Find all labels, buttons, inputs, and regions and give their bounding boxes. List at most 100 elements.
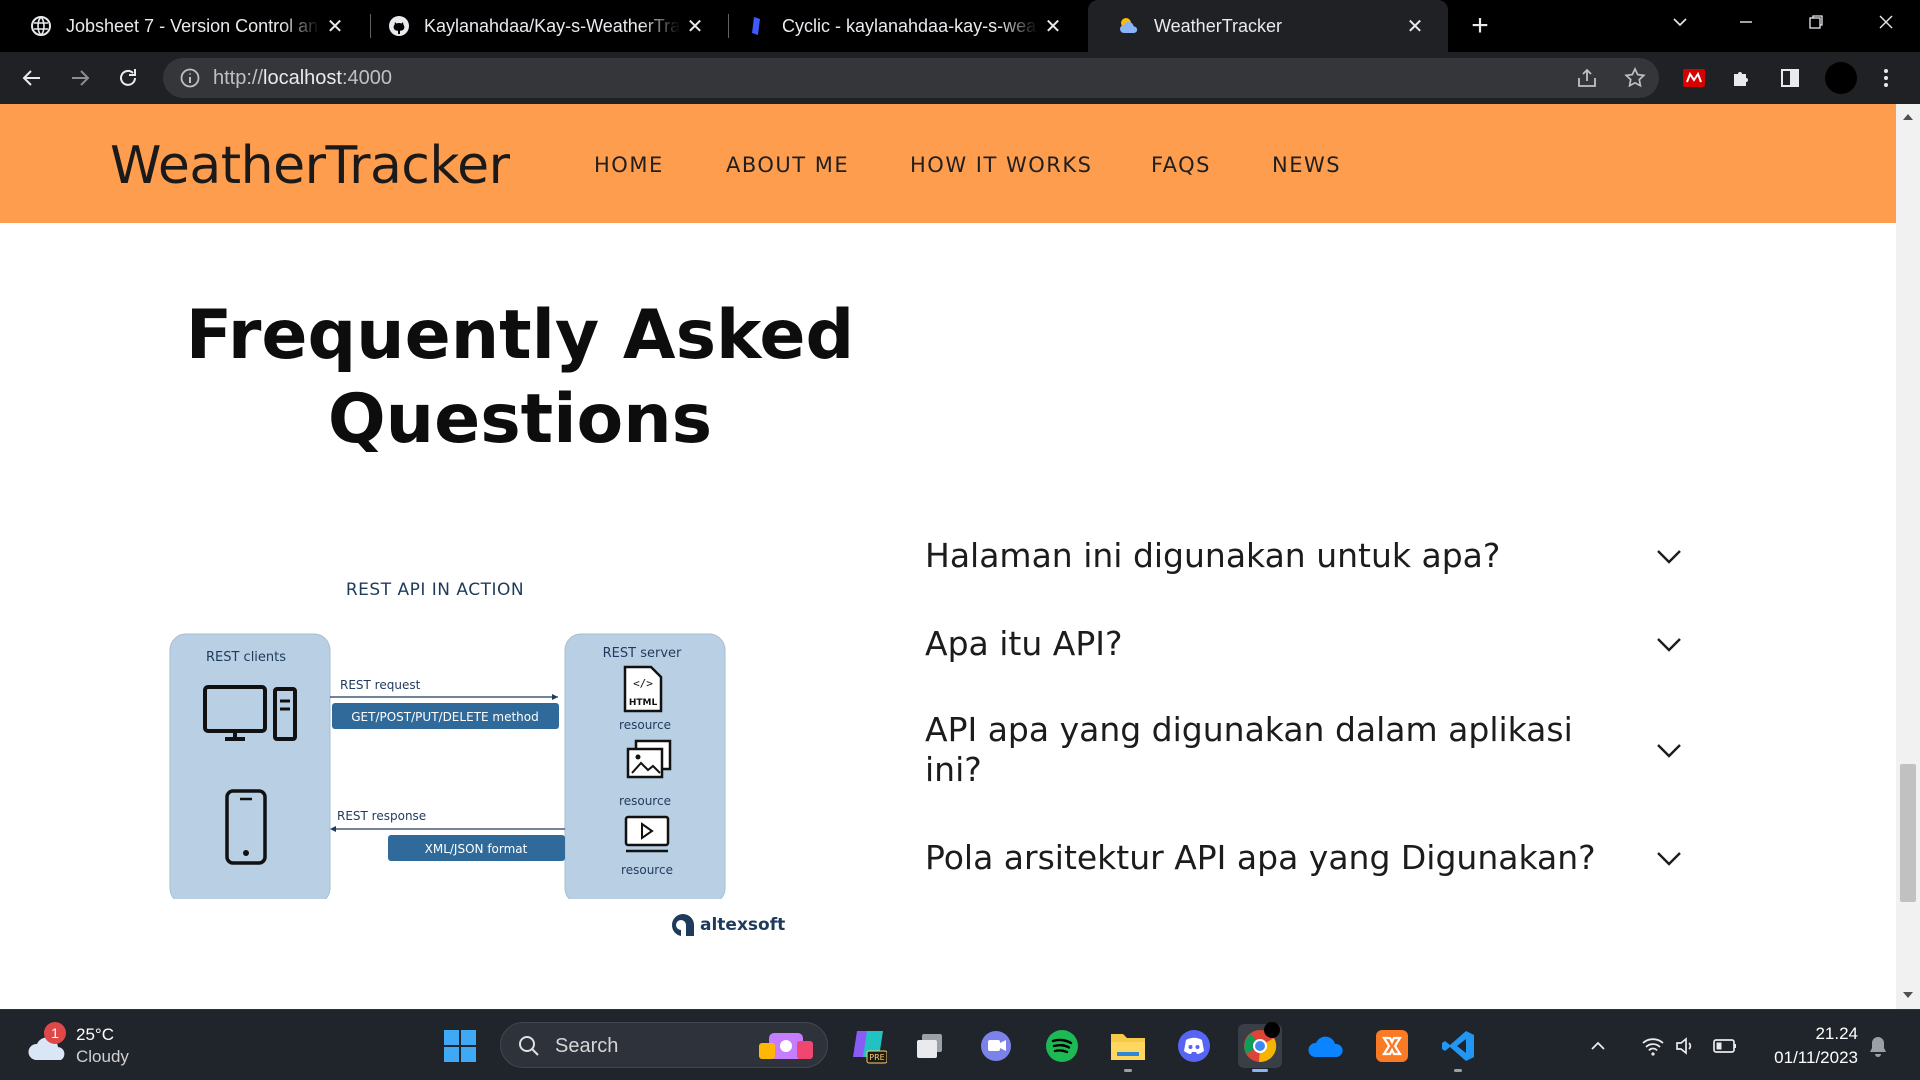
rest-api-diagram-svg: REST API IN ACTION REST clients REST ser… <box>169 580 726 905</box>
weather-temp: 25°C <box>76 1025 114 1044</box>
taskbar-search-box[interactable]: Search <box>500 1022 828 1068</box>
nav-home[interactable]: HOME <box>594 153 664 177</box>
copilot-preview-icon[interactable]: PRE <box>846 1024 890 1068</box>
notification-badge: 1 <box>44 1022 66 1044</box>
close-tab-icon[interactable]: ✕ <box>320 11 350 41</box>
clock-time: 21.24 <box>1815 1024 1858 1043</box>
request-label: REST request <box>340 678 421 692</box>
extensions-puzzle-icon[interactable] <box>1728 64 1756 92</box>
notification-bell-icon[interactable] <box>1860 1024 1896 1068</box>
tab-search-chevron-icon[interactable] <box>1650 0 1710 44</box>
search-highlight-icon <box>759 1033 813 1059</box>
battery-icon[interactable] <box>1706 1024 1744 1068</box>
faq-question[interactable]: Apa itu API? <box>925 624 1625 664</box>
faq-item[interactable]: Pola arsitektur API apa yang Digunakan? <box>925 836 1685 880</box>
faq-item[interactable]: API apa yang digunakan dalam aplikasi in… <box>925 708 1685 792</box>
cyclic-icon <box>746 15 768 37</box>
page-scrollbar[interactable] <box>1896 104 1920 1009</box>
close-tab-icon[interactable]: ✕ <box>1400 11 1430 41</box>
new-tab-button[interactable]: + <box>1462 8 1498 44</box>
bookmark-star-icon[interactable] <box>1621 64 1649 92</box>
windows-start-button[interactable] <box>438 1024 482 1068</box>
site-brand[interactable]: WeatherTracker <box>110 136 510 196</box>
site-header: WeatherTracker HOME ABOUT ME HOW IT WORK… <box>0 104 1896 223</box>
faq-heading-line1: Frequently Asked <box>185 296 855 375</box>
info-icon[interactable] <box>179 67 201 89</box>
onedrive-icon[interactable] <box>1304 1024 1348 1068</box>
tab-title: Jobsheet 7 - Version Control and <box>66 15 320 36</box>
close-window-button[interactable] <box>1856 0 1916 44</box>
html-file-icon: </> HTML <box>623 665 663 713</box>
spotify-icon[interactable] <box>1040 1024 1084 1068</box>
weather-widget[interactable]: 1 25°C Cloudy <box>26 1022 129 1068</box>
nav-about-me[interactable]: ABOUT ME <box>726 153 849 177</box>
chevron-down-icon[interactable] <box>1653 540 1685 572</box>
tab-title: Kaylanahdaa/Kay-s-WeatherTrac <box>424 15 680 36</box>
svg-text:PRE: PRE <box>869 1053 884 1062</box>
faq-item[interactable]: Apa itu API? <box>925 622 1685 666</box>
side-panel-icon[interactable] <box>1776 64 1804 92</box>
url-scheme: http:// <box>213 67 264 89</box>
page-viewport: WeatherTracker HOME ABOUT ME HOW IT WORK… <box>0 104 1896 1009</box>
tab-github[interactable]: Kaylanahdaa/Kay-s-WeatherTrac ✕ <box>358 0 728 52</box>
altexsoft-logo: altexsoft <box>670 912 785 938</box>
vscode-icon[interactable] <box>1436 1024 1480 1072</box>
nav-news[interactable]: NEWS <box>1272 153 1341 177</box>
system-clock[interactable]: 21.24 01/11/2023 <box>1774 1022 1858 1070</box>
html-file-label: HTML <box>629 698 658 708</box>
discord-icon[interactable] <box>1172 1024 1216 1068</box>
back-button[interactable] <box>14 60 50 96</box>
scroll-up-arrow-icon[interactable] <box>1902 112 1914 122</box>
windows-taskbar: 1 25°C Cloudy Search PRE 21.24 01/11/202… <box>0 1009 1920 1080</box>
resource-label: resource <box>619 718 671 732</box>
url-text: http://localhost:4000 <box>213 67 392 90</box>
reload-button[interactable] <box>110 60 146 96</box>
faq-item[interactable]: Halaman ini digunakan untuk apa? <box>925 534 1685 578</box>
close-tab-icon[interactable]: ✕ <box>1038 11 1068 41</box>
chevron-down-icon[interactable] <box>1653 842 1685 874</box>
share-icon[interactable] <box>1573 64 1601 92</box>
file-explorer-icon[interactable] <box>1106 1024 1150 1072</box>
tab-title: WeatherTracker <box>1154 15 1283 36</box>
chrome-icon[interactable] <box>1238 1022 1282 1072</box>
chevron-down-icon[interactable] <box>1653 628 1685 660</box>
extension-mendeley-icon[interactable] <box>1680 64 1708 92</box>
more-menu-icon[interactable] <box>1872 64 1900 92</box>
altexsoft-logo-mark <box>672 914 694 936</box>
tab-jobsheet[interactable]: Jobsheet 7 - Version Control and ✕ <box>0 0 368 52</box>
teams-chat-icon[interactable] <box>974 1024 1018 1068</box>
browser-toolbar: http://localhost:4000 <box>0 52 1920 104</box>
tab-weathertracker[interactable]: WeatherTracker ✕ <box>1088 0 1448 52</box>
faq-question[interactable]: Halaman ini digunakan untuk apa? <box>925 536 1625 576</box>
chevron-down-icon[interactable] <box>1653 734 1685 766</box>
show-hidden-icons-chevron-icon[interactable] <box>1582 1024 1614 1068</box>
close-tab-icon[interactable]: ✕ <box>680 11 710 41</box>
url-host: localhost <box>263 67 342 89</box>
scroll-down-arrow-icon[interactable] <box>1902 990 1914 1000</box>
scrollbar-thumb[interactable] <box>1900 764 1916 902</box>
response-format-text: XML/JSON format <box>425 842 528 856</box>
server-label: REST server <box>603 646 682 661</box>
xampp-icon[interactable] <box>1370 1024 1414 1068</box>
altexsoft-logo-text: altexsoft <box>700 915 786 935</box>
task-view-icon[interactable] <box>908 1024 952 1068</box>
resource-label: resource <box>619 794 671 808</box>
address-bar[interactable]: http://localhost:4000 <box>163 58 1659 98</box>
tab-cyclic[interactable]: Cyclic - kaylanahdaa-kay-s-weat ✕ <box>716 0 1086 52</box>
tab-title: Cyclic - kaylanahdaa-kay-s-weat <box>782 15 1038 36</box>
volume-icon[interactable] <box>1666 1024 1704 1068</box>
url-port: :4000 <box>341 67 393 89</box>
restore-button[interactable] <box>1786 0 1846 44</box>
faq-question[interactable]: API apa yang digunakan dalam aplikasi in… <box>925 710 1605 790</box>
faq-heading: Frequently Asked Questions <box>120 294 920 462</box>
profile-avatar[interactable] <box>1824 61 1858 95</box>
resource-label: resource <box>621 863 673 877</box>
faq-question[interactable]: Pola arsitektur API apa yang Digunakan? <box>925 838 1625 878</box>
nav-faqs[interactable]: FAQS <box>1151 153 1211 177</box>
weather-condition: Cloudy <box>76 1047 129 1066</box>
nav-how-it-works[interactable]: HOW IT WORKS <box>910 153 1092 177</box>
minimize-button[interactable] <box>1716 0 1776 44</box>
rest-api-diagram: REST API IN ACTION REST clients REST ser… <box>160 559 800 905</box>
forward-button[interactable] <box>62 60 98 96</box>
search-label: Search <box>555 1035 619 1057</box>
